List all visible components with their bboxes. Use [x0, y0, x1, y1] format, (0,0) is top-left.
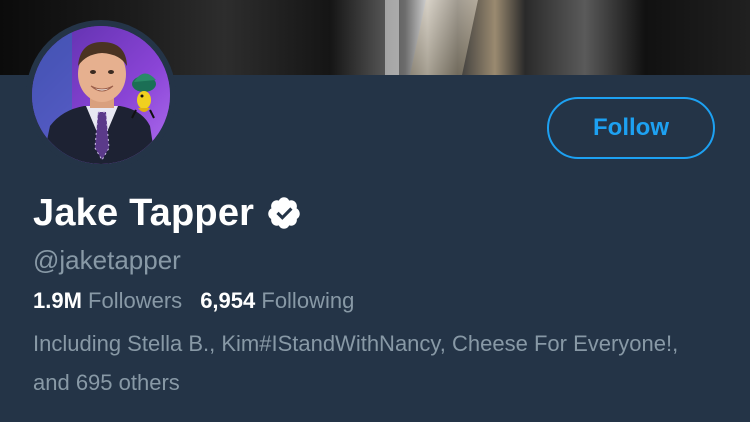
banner-detail	[385, 0, 399, 75]
avatar-portrait	[32, 26, 170, 164]
follow-stats: 1.9M Followers 6,954 Following	[33, 288, 354, 314]
verified-badge-icon	[266, 195, 302, 231]
following-count: 6,954	[200, 288, 256, 313]
follow-button[interactable]: Follow	[547, 97, 715, 159]
display-name: Jake Tapper	[33, 191, 255, 234]
followers-count: 1.9M	[33, 288, 82, 313]
followers-stat[interactable]: 1.9M Followers	[33, 288, 182, 313]
following-stat[interactable]: 6,954 Following	[200, 288, 354, 313]
banner-detail	[410, 0, 478, 75]
followers-label: Followers	[88, 288, 183, 313]
following-label: Following	[261, 288, 355, 313]
user-handle: @jaketapper	[33, 245, 181, 275]
avatar[interactable]	[26, 20, 176, 170]
profile-page: Follow Jake Tapper @jaketapper 1.9M Foll…	[0, 0, 750, 422]
name-row: Jake Tapper	[33, 190, 302, 236]
followers-you-know[interactable]: Including Stella B., Kim#IStandWithNancy…	[33, 324, 713, 402]
avatar-image	[32, 26, 170, 164]
